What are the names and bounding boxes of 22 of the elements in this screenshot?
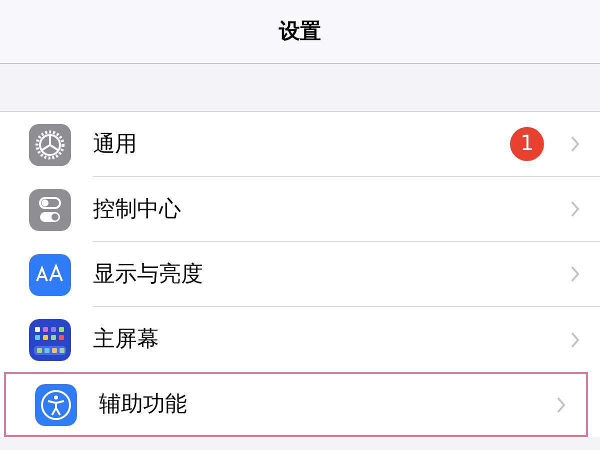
- row-label: 显示与亮度: [93, 260, 204, 288]
- page-title: 设置: [279, 18, 321, 45]
- settings-row[interactable]: 通用 1: [0, 112, 600, 177]
- settings-row[interactable]: 辅助功能: [4, 372, 588, 437]
- row-label: 主屏幕: [93, 326, 160, 354]
- chevron-icon: [570, 265, 580, 283]
- chevron-icon: [556, 396, 566, 414]
- chevron-icon: [570, 135, 580, 153]
- chevron-icon: [570, 200, 580, 218]
- row-label: 通用: [93, 130, 138, 158]
- row-label: 控制中心: [93, 196, 182, 224]
- gear-icon: [29, 124, 71, 166]
- text-size-icon: [29, 254, 71, 296]
- settings-row[interactable]: 主屏幕: [0, 307, 600, 372]
- row-label: 辅助功能: [99, 391, 188, 419]
- settings-row[interactable]: 显示与亮度: [0, 242, 600, 307]
- accessibility-icon: [35, 384, 77, 426]
- settings-row[interactable]: 控制中心: [0, 177, 600, 242]
- switches-icon: [29, 188, 71, 230]
- app-grid-icon: [29, 318, 71, 360]
- notification-badge: 1: [510, 127, 544, 161]
- chevron-icon: [570, 330, 580, 348]
